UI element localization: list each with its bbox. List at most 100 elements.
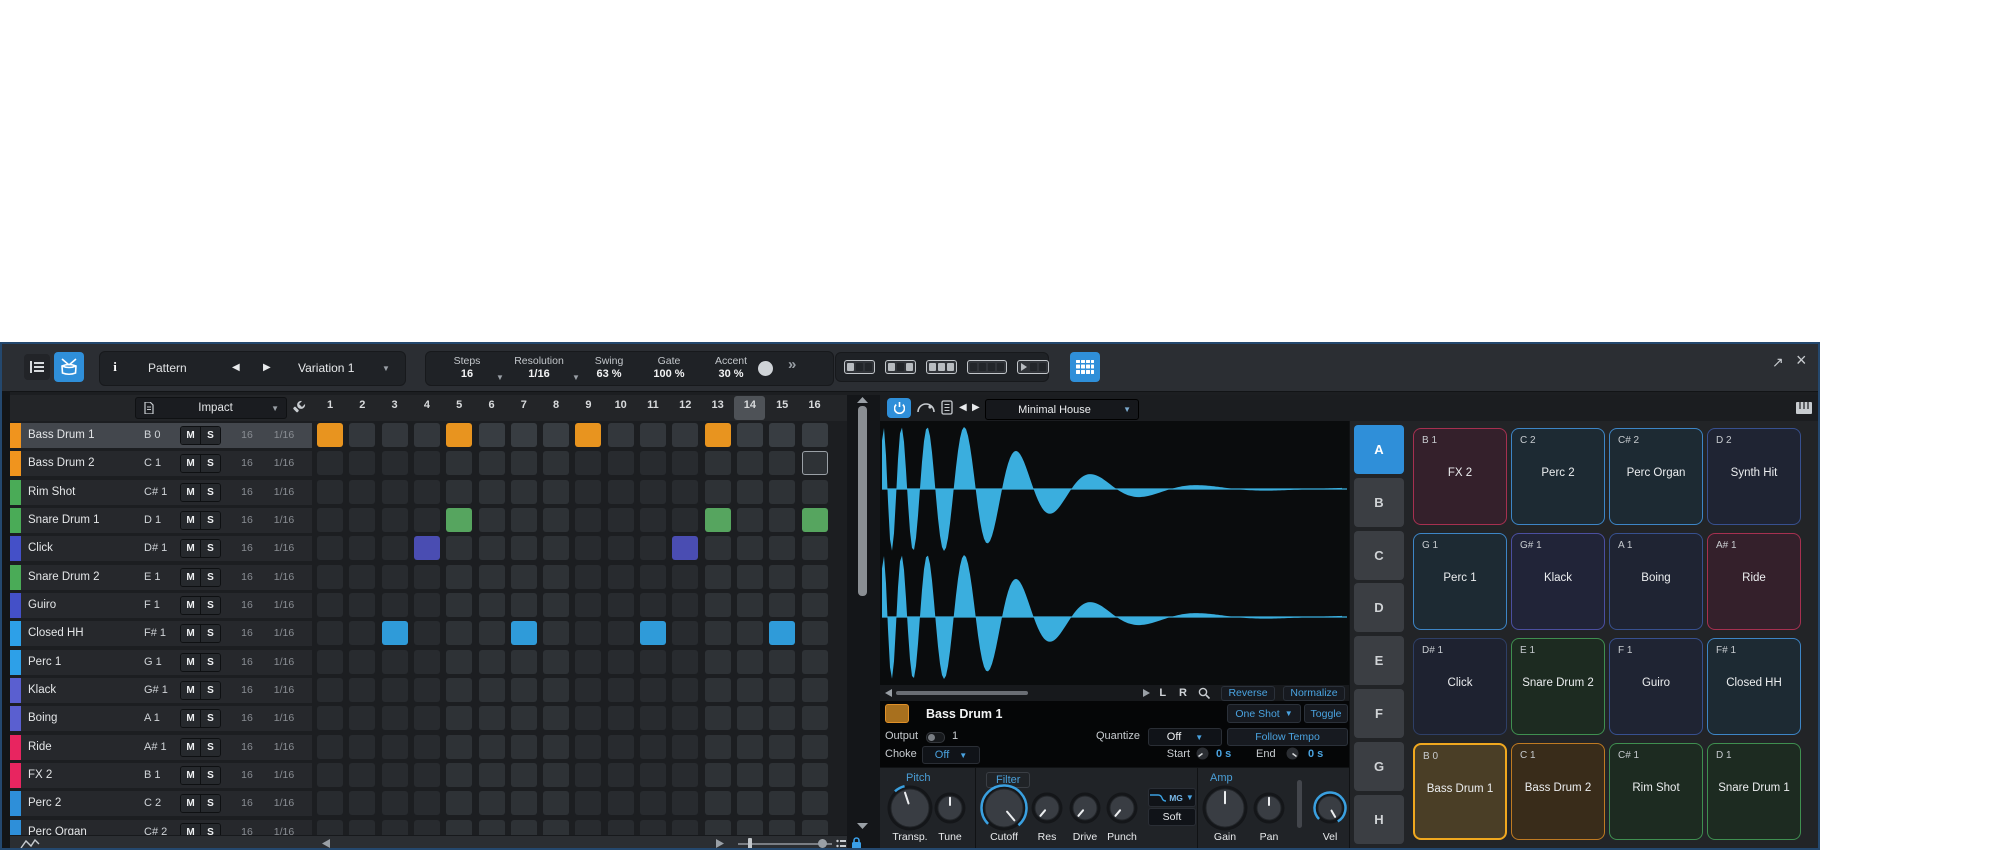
- punch-knob[interactable]: [1105, 791, 1139, 825]
- step-cell[interactable]: [607, 819, 634, 835]
- step-cell[interactable]: [446, 536, 473, 561]
- automation-icon[interactable]: [20, 839, 40, 849]
- step-cell[interactable]: [478, 479, 505, 504]
- step-number[interactable]: 2: [349, 399, 375, 411]
- step-cell[interactable]: [413, 479, 440, 504]
- step-cell[interactable]: [349, 592, 376, 617]
- mute-button[interactable]: M: [181, 427, 201, 444]
- step-cell[interactable]: [575, 677, 602, 702]
- step-cell[interactable]: [381, 734, 408, 759]
- pattern-blocks-2-icon[interactable]: [885, 360, 916, 374]
- solo-button[interactable]: S: [201, 483, 220, 501]
- quantize-select[interactable]: Off ▼: [1148, 728, 1222, 746]
- step-cell[interactable]: [769, 479, 796, 504]
- next-variation-button[interactable]: ▶: [263, 362, 271, 373]
- pad-bass-drum-2[interactable]: C 1 Bass Drum 2: [1511, 743, 1605, 840]
- step-cell[interactable]: [736, 649, 763, 674]
- step-cell[interactable]: [575, 649, 602, 674]
- mute-button[interactable]: M: [181, 455, 201, 473]
- track-resolution[interactable]: 1/16: [266, 684, 302, 696]
- step-cell[interactable]: [769, 451, 796, 476]
- close-icon[interactable]: ×: [1796, 350, 1807, 371]
- step-cell[interactable]: [736, 706, 763, 731]
- track-row[interactable]: FX 2 B 1 M S 16 1/16: [10, 762, 312, 788]
- step-cell[interactable]: [349, 791, 376, 816]
- step-cell[interactable]: [478, 536, 505, 561]
- step-cell[interactable]: [543, 819, 570, 835]
- mute-button[interactable]: M: [181, 540, 201, 558]
- step-cell[interactable]: [543, 706, 570, 731]
- step-cell[interactable]: [478, 734, 505, 759]
- accent-param[interactable]: Accent 30 %: [700, 354, 762, 383]
- step-cell[interactable]: [640, 819, 666, 835]
- step-cell[interactable]: [543, 451, 570, 476]
- step-cell[interactable]: [704, 734, 731, 759]
- solo-button[interactable]: S: [201, 681, 220, 699]
- normalize-button[interactable]: Normalize: [1283, 685, 1345, 701]
- lock-icon[interactable]: [851, 837, 862, 850]
- track-row[interactable]: Perc 1 G 1 M S 16 1/16: [10, 649, 312, 675]
- solo-button[interactable]: S: [201, 427, 220, 444]
- bank-button-b[interactable]: B: [1354, 477, 1404, 527]
- step-cell[interactable]: [736, 507, 763, 532]
- start-knob[interactable]: [1196, 747, 1209, 760]
- step-cell[interactable]: [381, 451, 408, 476]
- step-cell[interactable]: [413, 649, 440, 674]
- mute-button[interactable]: M: [181, 681, 201, 699]
- step-cell[interactable]: [704, 621, 731, 646]
- step-cell[interactable]: [543, 734, 570, 759]
- step-cell[interactable]: [801, 592, 828, 617]
- step-number[interactable]: 3: [382, 399, 408, 411]
- scroll-down-icon[interactable]: [857, 823, 868, 829]
- solo-button[interactable]: S: [201, 653, 220, 671]
- pad-perc-2[interactable]: C 2 Perc 2: [1511, 428, 1605, 525]
- pad-synth-hit[interactable]: D 2 Synth Hit: [1707, 428, 1801, 525]
- step-cell[interactable]: [704, 819, 731, 835]
- track-length[interactable]: 16: [232, 769, 262, 781]
- bank-button-g[interactable]: G: [1354, 741, 1404, 791]
- bank-button-f[interactable]: F: [1354, 689, 1404, 738]
- step-cell[interactable]: [640, 791, 666, 816]
- step-cell[interactable]: [446, 677, 473, 702]
- step-cell[interactable]: [381, 677, 408, 702]
- pattern-blocks-4-icon[interactable]: [967, 360, 1007, 374]
- step-cell[interactable]: [736, 592, 763, 617]
- track-resolution[interactable]: 1/16: [266, 571, 302, 583]
- solo-button[interactable]: S: [201, 596, 220, 614]
- step-cell[interactable]: [672, 479, 699, 504]
- step-cell[interactable]: [607, 564, 634, 589]
- step-cell[interactable]: [413, 423, 440, 447]
- step-cell[interactable]: [510, 734, 537, 759]
- step-cell[interactable]: [446, 762, 473, 787]
- next-preset-button[interactable]: ▶: [972, 402, 980, 413]
- step-cell[interactable]: [704, 762, 731, 787]
- step-cell[interactable]: [381, 791, 408, 816]
- pad-click[interactable]: D# 1 Click: [1413, 638, 1507, 735]
- step-cell[interactable]: [801, 564, 828, 589]
- step-cell[interactable]: [736, 451, 763, 476]
- pad-boing[interactable]: A 1 Boing: [1609, 533, 1703, 630]
- step-cell[interactable]: [478, 564, 505, 589]
- step-cell[interactable]: [769, 677, 796, 702]
- pad-ride[interactable]: A# 1 Ride: [1707, 533, 1801, 630]
- wrench-icon[interactable]: [292, 400, 306, 414]
- step-cell[interactable]: [478, 677, 505, 702]
- step-cell[interactable]: [381, 819, 408, 835]
- step-cell[interactable]: [446, 507, 473, 532]
- step-cell[interactable]: [672, 423, 699, 447]
- step-cell[interactable]: [413, 564, 440, 589]
- toggle-button[interactable]: Toggle: [1304, 704, 1348, 723]
- bank-button-e[interactable]: E: [1354, 636, 1404, 686]
- step-cell[interactable]: [672, 762, 699, 787]
- step-cell[interactable]: [607, 649, 634, 674]
- step-cell[interactable]: [543, 762, 570, 787]
- follow-tempo-button[interactable]: Follow Tempo: [1227, 728, 1348, 746]
- detach-window-icon[interactable]: ↗: [1772, 354, 1784, 371]
- step-number[interactable]: 12: [672, 399, 698, 411]
- step-cell[interactable]: [478, 592, 505, 617]
- scroll-left-icon[interactable]: [322, 839, 330, 848]
- step-cell[interactable]: [769, 762, 796, 787]
- mute-button[interactable]: M: [181, 710, 201, 728]
- pad-perc-1[interactable]: G 1 Perc 1: [1413, 533, 1507, 630]
- steps-param[interactable]: Steps 16: [438, 354, 496, 383]
